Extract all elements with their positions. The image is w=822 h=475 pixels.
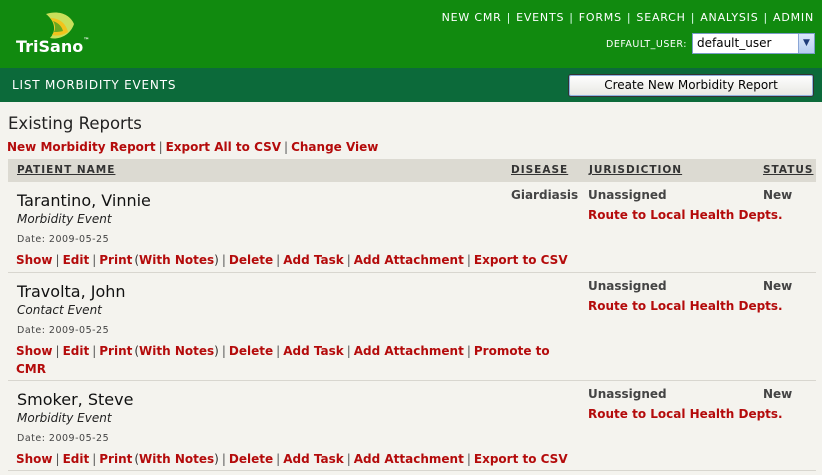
col-patient-name[interactable]: PATIENT NAME [17, 164, 115, 176]
add-attachment-link[interactable]: Add Attachment [354, 253, 464, 267]
table-row: Smoker, Steve Morbidity Event Date: 2009… [8, 381, 816, 471]
promote-to-cmr-link[interactable]: Promote to [474, 344, 550, 358]
disease-value: Giardiasis [511, 188, 579, 202]
status-value: New [763, 188, 793, 202]
delete-link[interactable]: Delete [229, 344, 273, 358]
event-date: Date: 2009-05-25 [17, 325, 110, 336]
jurisdiction-value: Unassigned [588, 279, 667, 293]
print-with-notes-link[interactable]: With Notes [139, 452, 214, 466]
show-link[interactable]: Show [16, 253, 53, 267]
app-window: TriSano™ NEW CMR | EVENTS | FORMS | SEARCH | ANA… [0, 0, 822, 475]
event-type: Morbidity Event [17, 212, 112, 226]
status-value: New [763, 279, 793, 293]
delete-link[interactable]: Delete [229, 253, 273, 267]
row-actions: Show | Edit | Print (With Notes) | Delete | Add T… [16, 253, 568, 267]
event-date: Date: 2009-05-25 [17, 234, 110, 245]
page-section-title: LIST MORBIDITY EVENTS [12, 78, 177, 92]
paren-close: ) [214, 344, 219, 358]
change-view-link[interactable]: Change View [291, 140, 378, 154]
col-status[interactable]: STATUS [763, 164, 813, 176]
table-row: Travolta, John Contact Event Date: 2009-… [8, 273, 816, 381]
patient-name[interactable]: Tarantino, Vinnie [17, 191, 151, 210]
route-link[interactable]: Route to Local Health Depts. [588, 407, 783, 421]
edit-link[interactable]: Edit [63, 344, 90, 358]
nav-events[interactable]: EVENTS [516, 11, 564, 24]
jurisdiction-value: Unassigned [588, 387, 667, 401]
report-actions: New Morbidity Report | Export All to CSV | C… [7, 140, 379, 154]
patient-name[interactable]: Smoker, Steve [17, 390, 133, 409]
print-link[interactable]: Print [99, 344, 132, 358]
user-select-value: default_user [697, 36, 772, 50]
nav-search[interactable]: SEARCH [636, 11, 685, 24]
add-task-link[interactable]: Add Task [283, 253, 344, 267]
status-value: New [763, 387, 793, 401]
user-select[interactable]: default_user ▼ [692, 33, 815, 54]
add-attachment-link[interactable]: Add Attachment [354, 452, 464, 466]
event-type: Contact Event [17, 303, 102, 317]
new-morbidity-report-link[interactable]: New Morbidity Report [7, 140, 156, 154]
promote-to-cmr-link-continued[interactable]: CMR [16, 362, 46, 376]
print-with-notes-link[interactable]: With Notes [139, 253, 214, 267]
user-label: DEFAULT_USER: [606, 39, 687, 50]
delete-link[interactable]: Delete [229, 452, 273, 466]
show-link[interactable]: Show [16, 452, 53, 466]
edit-link[interactable]: Edit [63, 253, 90, 267]
sub-header: LIST MORBIDITY EVENTS Create New Morbidi… [0, 68, 822, 102]
add-task-link[interactable]: Add Task [283, 452, 344, 466]
jurisdiction-value: Unassigned [588, 188, 667, 202]
col-jurisdiction[interactable]: JURISDICTION [589, 164, 682, 176]
patient-name[interactable]: Travolta, John [17, 282, 126, 301]
paren-close: ) [214, 452, 219, 466]
export-csv-link[interactable]: Export to CSV [474, 253, 568, 267]
nav-admin[interactable]: ADMIN [773, 11, 814, 24]
event-type: Morbidity Event [17, 411, 112, 425]
print-link[interactable]: Print [99, 253, 132, 267]
print-link[interactable]: Print [99, 452, 132, 466]
add-task-link[interactable]: Add Task [283, 344, 344, 358]
create-morbidity-report-button[interactable]: Create New Morbidity Report [568, 74, 814, 97]
nav-new-cmr[interactable]: NEW CMR [442, 11, 502, 24]
top-nav: NEW CMR | EVENTS | FORMS | SEARCH | ANALYSIS | ADM… [441, 11, 814, 24]
export-csv-link[interactable]: Export to CSV [474, 452, 568, 466]
route-link[interactable]: Route to Local Health Depts. [588, 208, 783, 222]
table-row: Tarantino, Vinnie Morbidity Event Date: … [8, 182, 816, 273]
export-all-csv-link[interactable]: Export All to CSV [166, 140, 281, 154]
print-with-notes-link[interactable]: With Notes [139, 344, 214, 358]
event-date: Date: 2009-05-25 [17, 433, 110, 444]
top-header: TriSano™ NEW CMR | EVENTS | FORMS | SEARCH | ANA… [0, 0, 822, 68]
page-title: Existing Reports [8, 114, 142, 133]
add-attachment-link[interactable]: Add Attachment [354, 344, 464, 358]
row-actions: Show | Edit | Print (With Notes) | Delete | Add T… [16, 344, 550, 358]
logo-text: TriSano™ [16, 37, 90, 56]
route-link[interactable]: Route to Local Health Depts. [588, 299, 783, 313]
edit-link[interactable]: Edit [63, 452, 90, 466]
show-link[interactable]: Show [16, 344, 53, 358]
paren-close: ) [214, 253, 219, 267]
chevron-down-icon[interactable]: ▼ [798, 34, 814, 53]
trisano-logo[interactable]: TriSano™ [14, 10, 104, 60]
row-actions: Show | Edit | Print (With Notes) | Delete | Add T… [16, 452, 568, 466]
table-header: PATIENT NAME DISEASE JURISDICTION STATUS [8, 159, 816, 182]
nav-forms[interactable]: FORMS [579, 11, 622, 24]
nav-analysis[interactable]: ANALYSIS [700, 11, 758, 24]
col-disease[interactable]: DISEASE [511, 164, 568, 176]
